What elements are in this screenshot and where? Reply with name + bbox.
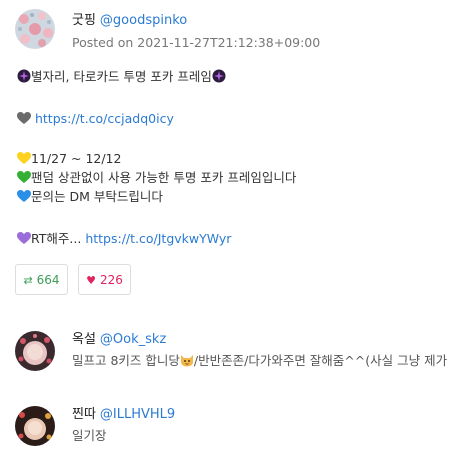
heart-icon: ♥	[86, 274, 96, 287]
purple-heart-icon	[17, 232, 31, 250]
post-dates: 11/27 ~ 12/12	[31, 151, 122, 166]
user-handle[interactable]: @goodspinko	[100, 13, 187, 28]
post-link[interactable]: https://t.co/JtgvkwYWyr	[85, 231, 231, 246]
green-heart-icon	[17, 171, 31, 189]
display-name[interactable]: 찐따	[72, 407, 96, 422]
display-name[interactable]: 굿핑	[72, 13, 96, 28]
post-note: 팬덤 상관없이 사용 가능한 투명 포카 프레임입니다	[31, 170, 297, 185]
like-count: 226	[99, 273, 123, 287]
cat-face-icon	[180, 353, 194, 372]
display-name[interactable]: 옥설	[72, 332, 96, 347]
retweet-button[interactable]: ⇄ 664	[15, 264, 68, 295]
post-note: 문의는 DM 부탁드립니다	[31, 189, 163, 204]
post-link[interactable]: https://t.co/ccjadq0icy	[35, 111, 174, 126]
yellow-heart-icon	[17, 152, 31, 170]
avatar[interactable]	[15, 406, 55, 446]
post-goodspinko: 굿핑 @goodspinko Posted on 2021-11-27T21:12…	[0, 0, 471, 300]
blue-heart-icon	[17, 190, 31, 208]
user-handle[interactable]: @Ook_skz	[100, 332, 166, 347]
post-timestamp: Posted on 2021-11-27T21:12:38+09:00	[72, 35, 321, 50]
retweet-count: 664	[36, 273, 60, 287]
like-button[interactable]: ♥ 226	[78, 264, 131, 295]
post-rt-text: RT해주...	[31, 231, 82, 246]
avatar[interactable]	[15, 331, 55, 371]
sparkle-icon	[17, 69, 31, 88]
sparkle-icon	[212, 69, 226, 88]
post-snippet: 일기장	[72, 428, 107, 443]
user-handle[interactable]: @ILLHVHL9	[100, 407, 175, 422]
retweet-icon: ⇄	[23, 274, 33, 287]
grey-heart-icon	[17, 112, 31, 130]
post-title: 별자리, 타로카드 투명 포카 프레임	[31, 69, 212, 84]
post-snippet: 밀프고 8키즈 합니당 /반반존존/다가와주면 잘해줌^^(사실 그냥 제가	[72, 352, 447, 372]
post-ook-skz: 옥설 @Ook_skz 밀프고 8키즈 합니당 /반반존존/다가와주면 잘해줌^^…	[0, 325, 471, 385]
timeline: 굿핑 @goodspinko Posted on 2021-11-27T21:12…	[0, 0, 471, 456]
post-illhvhl9: 찐따 @ILLHVHL9 일기장	[0, 400, 471, 456]
avatar[interactable]	[15, 9, 55, 49]
